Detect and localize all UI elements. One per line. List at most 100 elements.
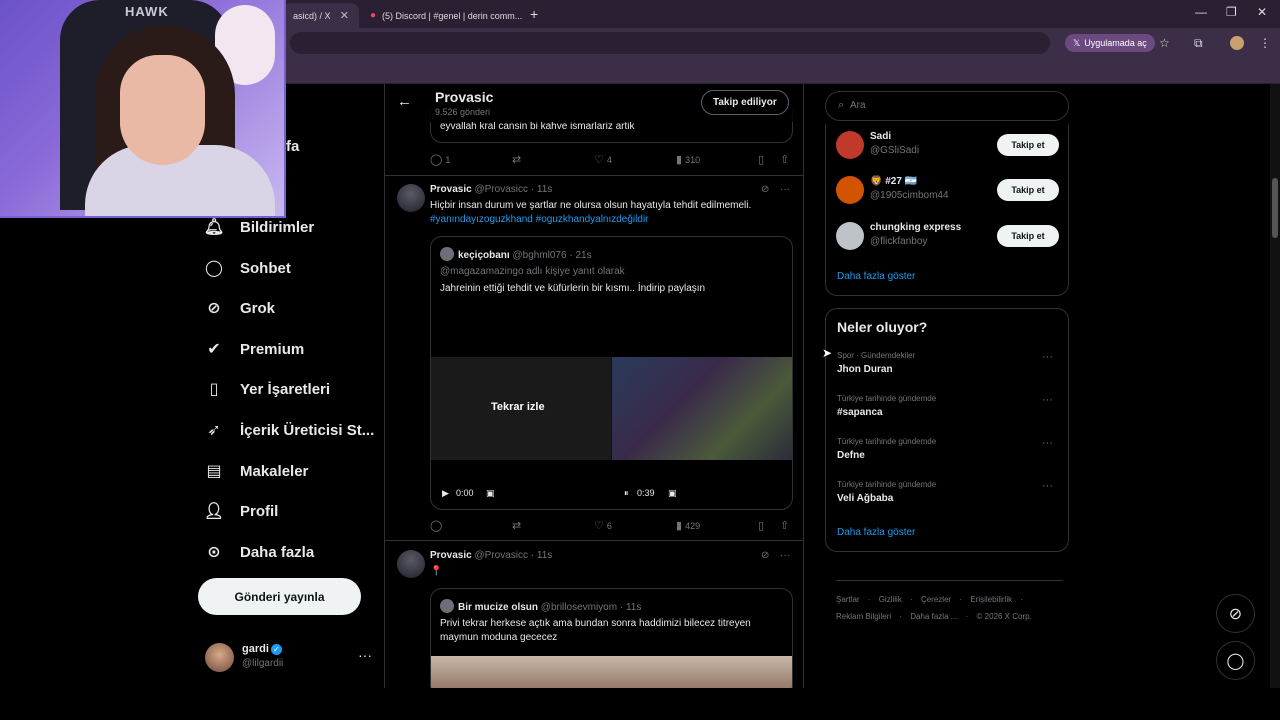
back-arrow-icon[interactable]: ← <box>397 93 412 110</box>
menu-kebab-icon[interactable]: ⋮ <box>1259 36 1271 50</box>
quote-time: · 21s <box>569 250 592 261</box>
trend-item[interactable]: Türkiye tarihinde gündemde Veli Ağbaba ·… <box>837 480 1059 508</box>
tab-discord[interactable]: ● (5) Discord | #genel | derin comm... ✕ <box>360 3 525 28</box>
trends-title: Neler oluyor? <box>837 319 928 335</box>
chart-icon: ▮ <box>676 520 683 532</box>
account-switcher[interactable]: gardi ✓ @lilgardii ··· <box>205 643 375 673</box>
minimize-icon[interactable]: — <box>1195 5 1207 19</box>
trend-item[interactable]: Türkiye tarihinde gündemde #sapanca ··· <box>837 394 1059 422</box>
share-button[interactable]: ⇧ <box>780 519 789 532</box>
like-button[interactable]: ♡ 4 <box>594 153 612 166</box>
hashtag-links[interactable]: #yanındayızoguzkhand #oguzkhandyalnızdeğ… <box>430 213 795 227</box>
author-name[interactable]: Provasic <box>430 184 472 195</box>
quote-author: Bir mucize olsun <box>458 602 539 613</box>
captions-icon[interactable]: ▣ <box>486 488 495 499</box>
follow-button[interactable]: Takip et <box>997 134 1059 156</box>
close-window-icon[interactable]: ✕ <box>1257 5 1267 19</box>
more-icon[interactable]: ··· <box>1042 351 1053 363</box>
follow-suggestion[interactable]: chungking express @flickfanboy Takip et <box>836 220 1060 254</box>
star-icon[interactable]: ☆ <box>1159 36 1170 50</box>
grok-icon[interactable]: ⊘ <box>761 184 769 195</box>
quote-text: eyvallah kral cansin bi kahve ismarlariz… <box>440 121 635 132</box>
follow-suggestion[interactable]: Sadi @GSliSadi Takip et <box>836 129 1060 163</box>
footer-link[interactable]: Gizlilik <box>879 595 902 604</box>
scrollbar-thumb[interactable] <box>1272 178 1278 238</box>
reply-button[interactable]: ◯ 1 <box>430 153 450 166</box>
replay-button[interactable]: Tekrar izle <box>491 401 545 413</box>
nav-partial-label[interactable]: fa <box>286 131 299 161</box>
quote-time: · 11s <box>619 602 642 613</box>
more-icon[interactable]: ··· <box>1042 480 1053 492</box>
more-icon[interactable]: ··· <box>780 550 790 561</box>
show-more-link[interactable]: Daha fazla göster <box>837 271 915 282</box>
nav-item-profile[interactable]: 👤︎ Profil <box>203 496 279 526</box>
retweet-button[interactable]: ⇄ <box>512 153 521 166</box>
open-in-app-button[interactable]: 𝕏 Uygulamada aç <box>1065 34 1155 52</box>
nav-item-premium[interactable]: ✔ Premium <box>204 334 304 364</box>
extensions-icon[interactable]: ⧉ <box>1194 36 1203 51</box>
follow-button[interactable]: Takip et <box>997 179 1059 201</box>
views-button[interactable]: ▮ 310 <box>676 153 700 166</box>
tweet-header: Provasic @Provasicc · 11s <box>430 184 552 195</box>
video-player[interactable]: Tekrar izle <box>431 357 792 460</box>
more-icon[interactable]: ··· <box>1042 394 1053 406</box>
nav-item-bookmarks[interactable]: ▯ Yer İşaretleri <box>204 374 330 404</box>
follow-button[interactable]: Takip et <box>997 225 1059 247</box>
nav-item-more[interactable]: ⊙ Daha fazla <box>204 537 314 567</box>
footer-link[interactable]: Erişilebilirlik <box>970 595 1012 604</box>
trend-item[interactable]: Spor · Gündemdekiler Jhon Duran ··· <box>837 351 1059 379</box>
profile-name: gardi <box>242 643 269 655</box>
bookmark-button[interactable]: ▯ <box>758 519 764 532</box>
reply-button[interactable]: ◯ <box>430 519 442 532</box>
reply-icon: ◯ <box>430 154 443 166</box>
quote-handle: @brillosevmiyom <box>540 602 618 613</box>
avatar[interactable] <box>397 184 425 212</box>
following-button[interactable]: Takip ediliyor <box>701 90 789 115</box>
nav-item-creator-studio[interactable]: ➶ İçerik Üreticisi St... <box>204 415 374 445</box>
footer-link[interactable]: Reklam Bilgileri <box>836 612 891 621</box>
new-tab-icon[interactable]: + <box>530 6 538 22</box>
more-icon[interactable]: ··· <box>358 647 372 663</box>
pause-icon[interactable]: ⏸︎ <box>624 488 629 499</box>
more-icon[interactable]: ··· <box>780 184 790 195</box>
grok-icon[interactable]: ⊘ <box>761 550 769 561</box>
chat-icon: ◯ <box>1226 652 1245 670</box>
show-more-link[interactable]: Daha fazla göster <box>837 527 915 538</box>
share-button[interactable]: ⇧ <box>780 153 789 166</box>
omnibox[interactable] <box>290 32 1050 54</box>
avatar[interactable] <box>397 550 425 578</box>
grok-fab[interactable]: ⊘ <box>1216 594 1255 633</box>
post-button[interactable]: Gönderi yayınla <box>198 578 361 615</box>
maximize-icon[interactable]: ❐ <box>1226 5 1237 19</box>
page-scrollbar[interactable] <box>1270 84 1280 688</box>
views-button[interactable]: ▮ 429 <box>676 519 700 532</box>
video-time-total: 0:39 <box>637 488 655 498</box>
footer-link[interactable]: Çerezler <box>921 595 951 604</box>
nav-item-articles[interactable]: ▤ Makaleler <box>204 456 308 486</box>
play-icon[interactable]: ▶ <box>442 488 449 499</box>
messages-fab[interactable]: ◯ <box>1216 641 1255 680</box>
footer-link[interactable]: Şartlar <box>836 595 860 604</box>
author-handle[interactable]: @Provasicc <box>474 184 528 195</box>
quoted-tweet[interactable]: Bir mucize olsun @brillosevmiyom · 11s P… <box>430 588 793 688</box>
bookmark-button[interactable]: ▯ <box>758 153 764 166</box>
tab-x[interactable]: asicd) / X ✕ <box>283 3 359 28</box>
quote-media-image[interactable] <box>431 656 792 688</box>
trend-item[interactable]: Türkiye tarihinde gündemde Defne ··· <box>837 437 1059 465</box>
author-handle[interactable]: @Provasicc <box>474 550 528 561</box>
close-icon[interactable]: ✕ <box>340 9 349 22</box>
trend-name: #sapanca <box>837 407 883 418</box>
quoted-tweet[interactable]: keçiçobanı @bghml076 · 21s @magazamazing… <box>430 236 793 510</box>
nav-item-chat[interactable]: ◯ Sohbet <box>204 253 291 283</box>
like-button[interactable]: ♡ 6 <box>594 519 612 532</box>
author-name[interactable]: Provasic <box>430 550 472 561</box>
more-icon[interactable]: ··· <box>1042 437 1053 449</box>
person-icon: 👤︎ <box>203 503 225 520</box>
retweet-button[interactable]: ⇄ <box>512 519 521 532</box>
search-input[interactable]: ⌕ Ara <box>825 91 1069 121</box>
nav-item-grok[interactable]: ⊘ Grok <box>204 293 275 323</box>
follow-suggestion[interactable]: 🦁 #27 🇦🇷 @1905cimbom44 Takip et <box>836 174 1060 208</box>
captions-icon[interactable]: ▣ <box>668 488 677 499</box>
profile-avatar-icon[interactable] <box>1230 36 1244 50</box>
footer-link[interactable]: Daha fazla ... <box>910 612 957 621</box>
